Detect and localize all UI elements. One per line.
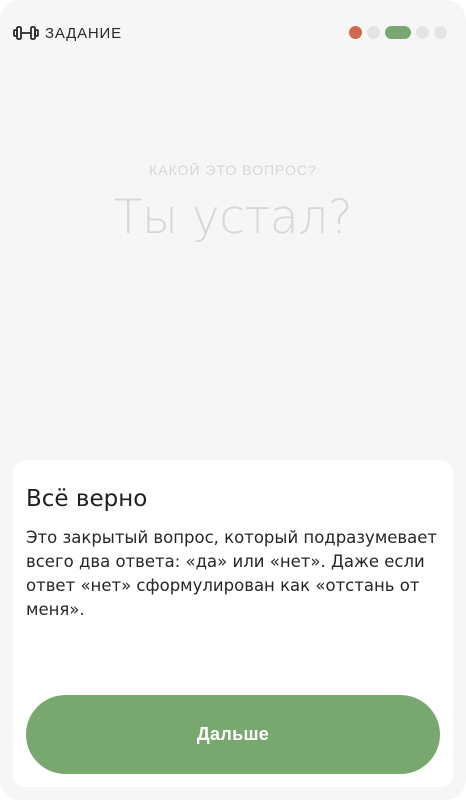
progress-step-4 bbox=[416, 26, 429, 39]
progress-step-1 bbox=[349, 26, 362, 39]
feedback-title: Всё верно bbox=[26, 486, 148, 512]
app-screen: ЗАДАНИЕ КАКОЙ ЭТО ВОПРОС? Ты устал? Всё … bbox=[0, 0, 466, 800]
question-text: Ты устал? bbox=[113, 190, 353, 245]
feedback-card: Всё верно Это закрытый вопрос, который п… bbox=[13, 460, 453, 787]
progress-step-3 bbox=[385, 26, 411, 39]
progress-step-5 bbox=[434, 26, 447, 39]
header-brand: ЗАДАНИЕ bbox=[13, 23, 122, 43]
question-area: КАКОЙ ЭТО ВОПРОС? Ты устал? bbox=[0, 150, 466, 245]
question-kind-label: КАКОЙ ЭТО ВОПРОС? bbox=[149, 162, 317, 178]
dumbbell-icon bbox=[13, 23, 39, 43]
header: ЗАДАНИЕ bbox=[0, 0, 466, 66]
progress-step-2 bbox=[367, 26, 380, 39]
next-button[interactable]: Дальше bbox=[26, 695, 440, 774]
progress-indicator bbox=[349, 26, 447, 39]
header-title: ЗАДАНИЕ bbox=[45, 24, 122, 42]
feedback-body: Это закрытый вопрос, который подразумева… bbox=[26, 528, 438, 619]
